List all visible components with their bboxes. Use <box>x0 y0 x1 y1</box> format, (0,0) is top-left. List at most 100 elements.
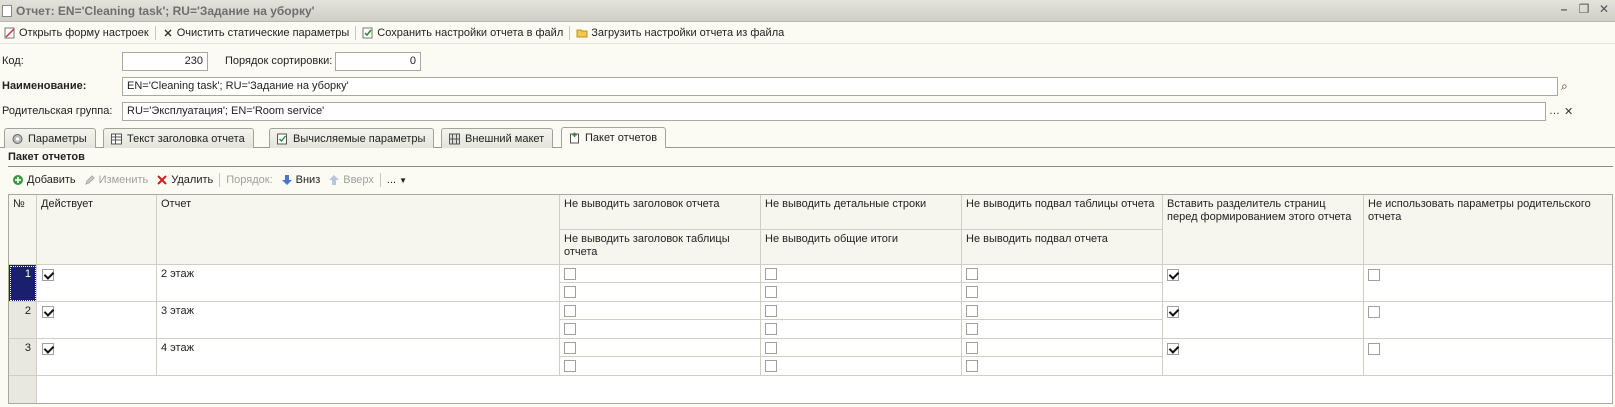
col-header-no-footer[interactable]: Не выводить подвал отчета <box>962 230 1163 265</box>
row-number[interactable]: 3 <box>9 339 37 376</box>
table-cell[interactable] <box>560 320 761 339</box>
move-up-button[interactable]: Вверх <box>324 170 378 190</box>
flag-checkbox[interactable] <box>564 323 576 335</box>
add-button[interactable]: Добавить <box>8 170 80 190</box>
row-number[interactable]: 1 <box>9 265 37 302</box>
table-cell[interactable] <box>761 283 962 302</box>
flag-checkbox[interactable] <box>564 342 576 354</box>
col-header-num[interactable]: № <box>9 195 37 265</box>
flag-checkbox[interactable] <box>966 268 978 280</box>
col-header-no-totals[interactable]: Не выводить общие итоги <box>761 230 962 265</box>
flag-checkbox[interactable] <box>966 342 978 354</box>
flag-checkbox[interactable] <box>564 286 576 298</box>
row-number[interactable]: 2 <box>9 302 37 339</box>
col-header-no-detail[interactable]: Не выводить детальные строки <box>761 195 962 230</box>
table-cell[interactable] <box>761 339 962 357</box>
table-cell[interactable] <box>560 339 761 357</box>
active-checkbox[interactable] <box>42 343 54 355</box>
page-break-checkbox[interactable] <box>1167 269 1179 281</box>
col-header-active[interactable]: Действует <box>37 195 157 265</box>
save-settings-button[interactable]: Сохранить настройки отчета в файл <box>358 23 567 43</box>
tab-report-package[interactable]: Пакет отчетов <box>561 127 667 148</box>
select-button[interactable]: … <box>1549 105 1560 117</box>
flag-checkbox[interactable] <box>765 342 777 354</box>
col-header-report[interactable]: Отчет <box>157 195 560 265</box>
tab-header-text[interactable]: Текст заголовка отчета <box>103 128 254 148</box>
col-header-no-table-header[interactable]: Не выводить заголовок таблицы отчета <box>560 230 761 265</box>
parent-params-cell[interactable] <box>1364 265 1612 302</box>
flag-checkbox[interactable] <box>564 268 576 280</box>
parent-params-cell[interactable] <box>1364 339 1612 376</box>
flag-checkbox[interactable] <box>564 360 576 372</box>
table-cell[interactable] <box>560 357 761 376</box>
clear-field-icon[interactable]: ✕ <box>1564 105 1573 118</box>
page-break-checkbox[interactable] <box>1167 343 1179 355</box>
parent-params-checkbox[interactable] <box>1368 343 1380 355</box>
flag-checkbox[interactable] <box>966 360 978 372</box>
tab-label: Параметры <box>28 132 87 145</box>
search-icon[interactable]: ⌕ <box>1561 79 1568 94</box>
parent-params-checkbox[interactable] <box>1368 269 1380 281</box>
table-cell[interactable] <box>761 357 962 376</box>
page-break-cell[interactable] <box>1163 302 1364 339</box>
active-checkbox[interactable] <box>42 269 54 281</box>
flag-checkbox[interactable] <box>765 286 777 298</box>
flag-checkbox[interactable] <box>966 305 978 317</box>
table-cell[interactable] <box>560 283 761 302</box>
active-cell[interactable] <box>37 339 157 376</box>
flag-checkbox[interactable] <box>966 286 978 298</box>
table-cell[interactable] <box>560 302 761 320</box>
tab-calculated-params[interactable]: Вычисляемые параметры <box>269 128 435 148</box>
document-icon <box>2 4 12 17</box>
flag-checkbox[interactable] <box>564 305 576 317</box>
restore-icon[interactable]: ❐ <box>1577 3 1591 17</box>
col-header-no-header[interactable]: Не выводить заголовок отчета <box>560 195 761 230</box>
table-cell[interactable] <box>761 302 962 320</box>
table-cell[interactable] <box>962 320 1163 339</box>
flag-checkbox[interactable] <box>765 360 777 372</box>
page-break-cell[interactable] <box>1163 339 1364 376</box>
table-cell[interactable] <box>761 265 962 283</box>
name-field[interactable]: EN='Cleaning task'; RU='Задание на уборк… <box>122 76 1558 96</box>
code-field[interactable]: 230 <box>122 51 208 71</box>
table-cell[interactable] <box>761 320 962 339</box>
table-cell[interactable] <box>962 265 1163 283</box>
table-cell[interactable] <box>962 302 1163 320</box>
table-cell[interactable] <box>560 265 761 283</box>
parent-params-checkbox[interactable] <box>1368 306 1380 318</box>
minimize-icon[interactable]: – <box>1557 3 1571 17</box>
active-checkbox[interactable] <box>42 306 54 318</box>
page-break-cell[interactable] <box>1163 265 1364 302</box>
flag-checkbox[interactable] <box>966 323 978 335</box>
flag-checkbox[interactable] <box>765 323 777 335</box>
close-icon[interactable]: ✕ <box>1597 3 1611 17</box>
tab-external-layout[interactable]: Внешний макет <box>441 128 554 148</box>
table-cell[interactable] <box>962 283 1163 302</box>
page-break-checkbox[interactable] <box>1167 306 1179 318</box>
table-cell[interactable] <box>962 339 1163 357</box>
active-cell[interactable] <box>37 302 157 339</box>
more-button[interactable]: ... ▼ <box>383 170 411 190</box>
report-cell[interactable]: 2 этаж <box>157 265 560 302</box>
col-header-no-parent-params[interactable]: Не использовать параметры родительского … <box>1364 195 1612 265</box>
edit-button[interactable]: Изменить <box>80 170 153 190</box>
order-label: Порядок: <box>222 170 276 190</box>
report-cell[interactable]: 3 этаж <box>157 302 560 339</box>
report-cell[interactable]: 4 этаж <box>157 339 560 376</box>
table-cell[interactable] <box>962 357 1163 376</box>
col-header-page-break[interactable]: Вставить разделитель страниц перед форми… <box>1163 195 1364 265</box>
flag-checkbox[interactable] <box>765 268 777 280</box>
report-package-table[interactable]: № Действует Отчет Не выводить заголовок … <box>8 194 1613 404</box>
col-header-no-table-footer[interactable]: Не выводить подвал таблицы отчета <box>962 195 1163 230</box>
sort-order-field[interactable]: 0 <box>335 51 421 71</box>
parent-field[interactable]: RU='Эксплуатация'; EN='Room service' <box>122 101 1546 121</box>
flag-checkbox[interactable] <box>765 305 777 317</box>
tab-parameters[interactable]: Параметры <box>4 128 96 148</box>
move-down-button[interactable]: Вниз <box>277 170 325 190</box>
delete-button[interactable]: Удалить <box>152 170 217 190</box>
active-cell[interactable] <box>37 265 157 302</box>
clear-static-button[interactable]: Очистить статические параметры <box>158 23 354 43</box>
open-settings-button[interactable]: Открыть форму настроек <box>0 23 153 43</box>
parent-params-cell[interactable] <box>1364 302 1612 339</box>
load-settings-button[interactable]: Загрузить настройки отчета из файла <box>572 23 788 43</box>
